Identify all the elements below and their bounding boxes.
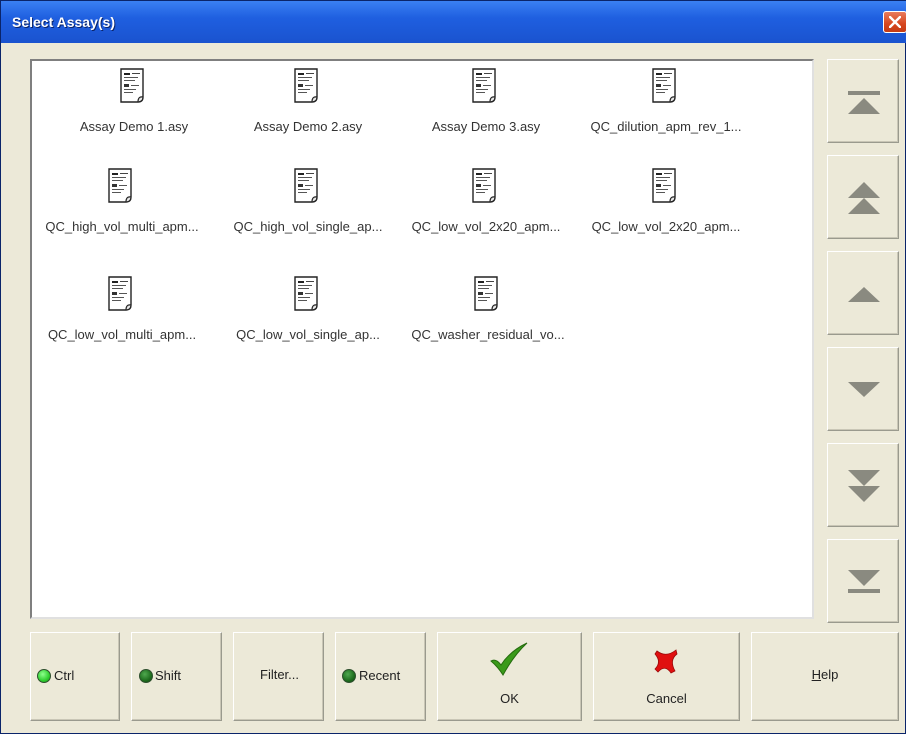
document-icon <box>471 167 501 210</box>
help-hotkey: H <box>811 667 822 682</box>
ctrl-label: Ctrl <box>54 668 75 683</box>
ctrl-indicator <box>37 669 51 683</box>
shift-button[interactable]: Shift <box>131 632 222 721</box>
recent-indicator <box>342 669 356 683</box>
document-icon <box>473 275 503 318</box>
file-item[interactable]: QC_high_vol_multi_apm... <box>32 165 212 251</box>
file-item[interactable]: QC_low_vol_multi_apm... <box>32 273 212 359</box>
document-icon <box>293 275 323 318</box>
filter-label: Filter... <box>260 667 300 682</box>
file-name: QC_low_vol_2x20_apm... <box>591 219 741 234</box>
file-name: QC_dilution_apm_rev_1... <box>590 119 742 134</box>
line-down-button[interactable] <box>827 347 899 431</box>
ctrl-button[interactable]: Ctrl <box>30 632 120 721</box>
recent-label: Recent <box>359 668 401 683</box>
select-assay-dialog: Select Assay(s) Assay Demo 1.asy Assay D… <box>0 0 906 734</box>
document-icon <box>651 67 681 110</box>
document-icon <box>293 67 323 110</box>
recent-button[interactable]: Recent <box>335 632 426 721</box>
page-down-button[interactable] <box>827 443 899 527</box>
file-item[interactable]: Assay Demo 3.asy <box>396 65 576 151</box>
page-up-button[interactable] <box>827 155 899 239</box>
file-item[interactable]: Assay Demo 2.asy <box>218 65 398 151</box>
line-up-button[interactable] <box>827 251 899 335</box>
scroll-top-button[interactable] <box>827 59 899 143</box>
help-label: Help <box>752 667 898 682</box>
file-item[interactable]: Assay Demo 1.asy <box>44 65 224 151</box>
window-title: Select Assay(s) <box>12 14 115 30</box>
scroll-bottom-button[interactable] <box>827 539 899 623</box>
file-name: QC_washer_residual_vo... <box>411 327 565 342</box>
file-name: Assay Demo 2.asy <box>253 119 363 134</box>
document-icon <box>107 167 137 210</box>
file-item[interactable]: QC_low_vol_2x20_apm... <box>576 165 756 251</box>
file-name: QC_high_vol_single_ap... <box>233 219 383 234</box>
file-item[interactable]: QC_high_vol_single_ap... <box>218 165 398 251</box>
file-item[interactable]: QC_dilution_apm_rev_1... <box>576 65 756 151</box>
file-name: Assay Demo 3.asy <box>431 119 541 134</box>
document-icon <box>293 167 323 210</box>
file-name: QC_low_vol_multi_apm... <box>47 327 197 342</box>
file-name: QC_low_vol_2x20_apm... <box>411 219 561 234</box>
title-bar[interactable]: Select Assay(s) <box>1 1 906 43</box>
cancel-label: Cancel <box>646 691 687 706</box>
ok-button[interactable]: OK <box>437 632 582 721</box>
document-icon <box>471 67 501 110</box>
help-label-rest: elp <box>821 667 839 682</box>
cancel-button[interactable]: Cancel <box>593 632 740 721</box>
close-button[interactable] <box>883 11 906 33</box>
filter-button[interactable]: Filter... <box>233 632 324 721</box>
document-icon <box>107 275 137 318</box>
help-button[interactable]: Help <box>751 632 899 721</box>
file-item[interactable]: QC_low_vol_single_ap... <box>218 273 398 359</box>
file-name: Assay Demo 1.asy <box>79 119 189 134</box>
shift-label: Shift <box>155 668 182 683</box>
ok-label: OK <box>500 691 519 706</box>
shift-indicator <box>139 669 153 683</box>
document-icon <box>119 67 149 110</box>
document-icon <box>651 167 681 210</box>
file-name: QC_high_vol_multi_apm... <box>45 219 199 234</box>
file-item[interactable]: QC_low_vol_2x20_apm... <box>396 165 576 251</box>
assay-file-list[interactable]: Assay Demo 1.asy Assay Demo 2.asy Assay … <box>30 59 814 619</box>
file-name: QC_low_vol_single_ap... <box>236 327 380 342</box>
file-item[interactable]: QC_washer_residual_vo... <box>398 273 578 359</box>
